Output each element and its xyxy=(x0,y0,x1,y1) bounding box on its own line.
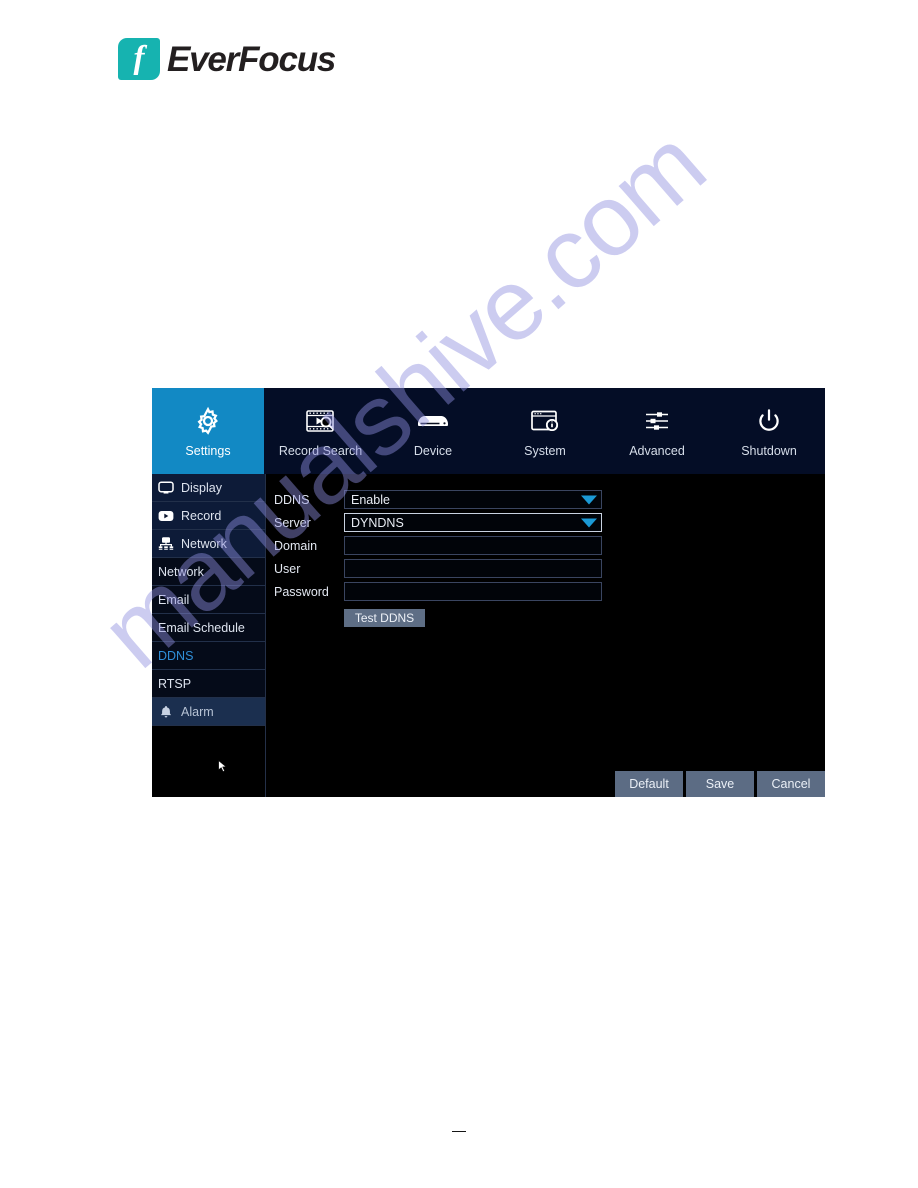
monitor-icon xyxy=(158,480,174,496)
password-input[interactable] xyxy=(344,582,602,601)
sidebar-subitem-rtsp[interactable]: RTSP xyxy=(152,670,265,698)
tab-advanced[interactable]: Advanced xyxy=(601,388,713,474)
chevron-down-icon xyxy=(581,495,597,504)
system-info-icon xyxy=(530,405,560,437)
sidebar-item-alarm-label: Alarm xyxy=(181,704,214,719)
sidebar-item-network-label: Network xyxy=(181,536,227,551)
tab-advanced-label: Advanced xyxy=(629,443,685,458)
test-ddns-button[interactable]: Test DDNS xyxy=(344,609,425,627)
tab-record-search[interactable]: Record Search xyxy=(264,388,377,474)
bell-icon xyxy=(158,704,174,720)
sidebar-subitem-email-label: Email xyxy=(158,592,190,607)
tab-shutdown-label: Shutdown xyxy=(741,443,797,458)
sidebar-empty-area xyxy=(152,726,265,797)
tab-shutdown[interactable]: Shutdown xyxy=(713,388,825,474)
page-footer-dash: — xyxy=(452,1122,466,1138)
everfocus-logo: f EverFocus xyxy=(118,38,336,80)
sidebar-item-network[interactable]: Network xyxy=(152,530,265,558)
sidebar-subitem-email-schedule[interactable]: Email Schedule xyxy=(152,614,265,642)
power-icon xyxy=(755,405,783,437)
network-icon xyxy=(158,536,174,552)
cancel-button[interactable]: Cancel xyxy=(757,771,825,797)
tab-settings[interactable]: Settings xyxy=(152,388,264,474)
server-dropdown[interactable]: DYNDNS xyxy=(344,513,602,532)
form-row-password: Password xyxy=(274,580,602,603)
ddns-label: DDNS xyxy=(274,492,310,507)
tab-settings-label: Settings xyxy=(185,443,231,458)
sidebar-subitem-ddns-label: DDNS xyxy=(158,648,194,663)
footer-button-group: Default Save Cancel xyxy=(615,771,825,797)
tab-device[interactable]: Device xyxy=(377,388,489,474)
mouse-cursor-icon xyxy=(218,760,227,772)
domain-label: Domain xyxy=(274,538,318,553)
user-input[interactable] xyxy=(344,559,602,578)
sidebar-item-display-label: Display xyxy=(181,480,222,495)
settings-content-panel: DDNS Enable Server DYNDNS Domain User Pa… xyxy=(266,474,825,797)
logo-wordmark: EverFocus xyxy=(167,39,336,79)
form-row-server: Server DYNDNS xyxy=(274,511,602,534)
sidebar-subitem-network[interactable]: Network xyxy=(152,558,265,586)
tab-system-label: System xyxy=(524,443,566,458)
domain-input[interactable] xyxy=(344,536,602,555)
test-ddns-row: Test DDNS xyxy=(274,609,602,627)
dvr-body: Display Record Network Network Email Ema… xyxy=(152,474,825,797)
sidebar-subitem-rtsp-label: RTSP xyxy=(158,676,192,691)
sidebar-item-record[interactable]: Record xyxy=(152,502,265,530)
gear-icon xyxy=(193,405,223,437)
sliders-icon xyxy=(643,405,671,437)
ddns-settings-form: DDNS Enable Server DYNDNS Domain User Pa… xyxy=(274,488,602,627)
sidebar-item-record-label: Record xyxy=(181,508,222,523)
server-dropdown-value: DYNDNS xyxy=(351,515,404,530)
sidebar-subitem-ddns[interactable]: DDNS xyxy=(152,642,265,670)
sidebar-subitem-email[interactable]: Email xyxy=(152,586,265,614)
user-label: User xyxy=(274,561,301,576)
sidebar-item-display[interactable]: Display xyxy=(152,474,265,502)
play-icon xyxy=(158,508,174,524)
form-row-domain: Domain xyxy=(274,534,602,557)
tab-record-search-label: Record Search xyxy=(278,443,363,458)
dvr-settings-window: Settings Record Search Device System Adv… xyxy=(152,388,825,797)
default-button[interactable]: Default xyxy=(615,771,683,797)
password-label: Password xyxy=(274,584,329,599)
everfocus-logo-mark: f xyxy=(118,38,160,80)
sidebar-item-alarm[interactable]: Alarm xyxy=(152,698,265,726)
device-icon xyxy=(416,405,450,437)
tab-device-label: Device xyxy=(413,443,453,458)
form-row-ddns: DDNS Enable xyxy=(274,488,602,511)
sidebar-subitem-network-label: Network xyxy=(158,564,204,579)
record-search-icon xyxy=(305,405,337,437)
sidebar-subitem-email-schedule-label: Email Schedule xyxy=(158,620,245,635)
form-row-user: User xyxy=(274,557,602,580)
ddns-dropdown[interactable]: Enable xyxy=(344,490,602,509)
ddns-dropdown-value: Enable xyxy=(351,492,390,507)
save-button[interactable]: Save xyxy=(686,771,754,797)
chevron-down-icon xyxy=(581,518,597,527)
server-label: Server xyxy=(274,515,311,530)
logo-letter: f xyxy=(133,39,145,76)
top-navigation-bar: Settings Record Search Device System Adv… xyxy=(152,388,825,474)
settings-sidebar: Display Record Network Network Email Ema… xyxy=(152,474,266,797)
tab-system[interactable]: System xyxy=(489,388,601,474)
